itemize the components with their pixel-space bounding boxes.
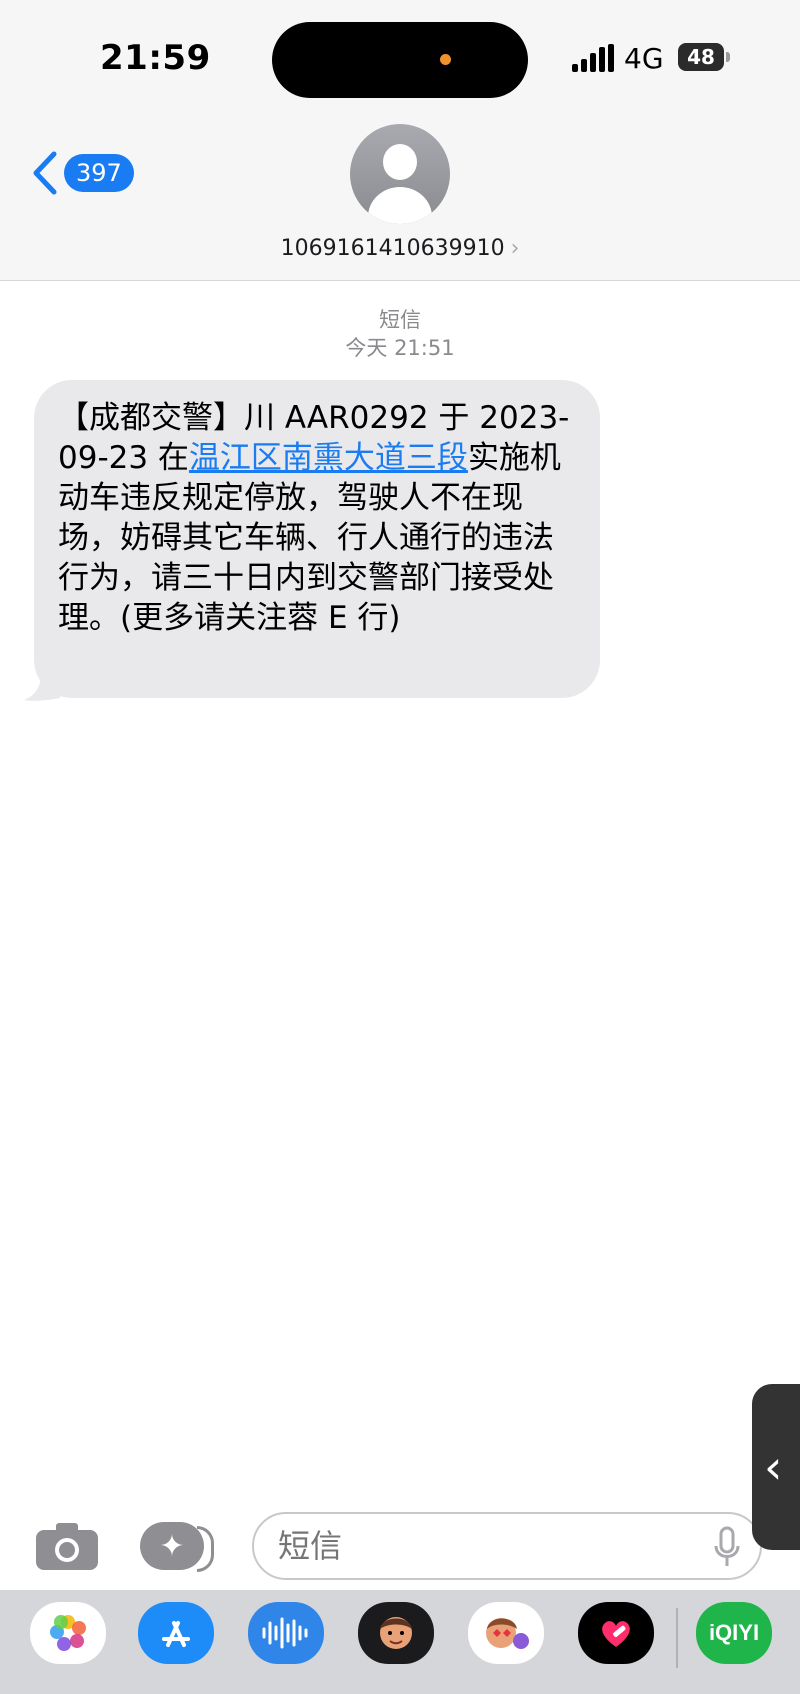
service-label: 短信 [379, 308, 421, 332]
battery-indicator: 48 [678, 43, 730, 71]
privacy-indicator-dot [440, 54, 451, 65]
stickers-icon[interactable] [468, 1602, 544, 1664]
camera-icon[interactable] [36, 1522, 98, 1570]
address-link[interactable]: 温江区南熏大道三段 [189, 440, 468, 476]
dynamic-island [272, 22, 528, 98]
unread-count-badge: 397 [64, 154, 134, 192]
memoji-face-icon [380, 1617, 412, 1649]
audio-message-icon[interactable] [248, 1602, 324, 1664]
app-store-icon[interactable] [138, 1602, 214, 1664]
chevron-left-icon [33, 151, 57, 195]
iqiyi-icon[interactable]: iQIYI [696, 1602, 772, 1664]
drawer-divider [676, 1608, 678, 1668]
photos-flower-icon [50, 1615, 86, 1651]
message-timestamp: 今天 21:51 [345, 336, 455, 360]
message-input[interactable] [252, 1512, 762, 1580]
thread-meta: 短信 今天 21:51 [0, 306, 800, 362]
heart-icon [602, 1621, 630, 1647]
cellular-signal-icon [572, 44, 614, 72]
iqiyi-label: iQIYI [708, 1620, 760, 1645]
contact-number: 1069161410639910 [280, 236, 505, 261]
contact-avatar[interactable] [350, 124, 450, 224]
app-store-a-icon [162, 1621, 190, 1647]
microphone-icon[interactable] [714, 1526, 740, 1568]
status-time: 21:59 [100, 38, 211, 78]
memoji-icon[interactable] [358, 1602, 434, 1664]
chevron-left-icon: ‹ [764, 1440, 783, 1494]
incoming-message-bubble[interactable]: 【成都交警】川 AAR0292 于 2023-09-23 在温江区南熏大道三段实… [34, 380, 600, 698]
conversation-header: 21:59 4G 48 397 1069161410639910 › [0, 0, 800, 281]
digital-touch-icon[interactable] [578, 1602, 654, 1664]
app-store-icon: ✦ [159, 1528, 185, 1564]
avatar-head [383, 144, 417, 180]
app-drawer: iQIYI [0, 1590, 800, 1694]
battery-level: 48 [687, 45, 715, 69]
chevron-right-icon: › [510, 236, 520, 261]
photos-icon[interactable] [30, 1602, 106, 1664]
network-type: 4G [624, 42, 664, 75]
memoji-stickers-icon [486, 1618, 529, 1649]
back-button[interactable]: 397 [30, 150, 134, 196]
waveform-icon [262, 1617, 308, 1649]
side-panel-handle[interactable]: ‹ [752, 1384, 800, 1550]
contact-name[interactable]: 1069161410639910 › [0, 236, 800, 261]
apps-button[interactable]: ✦ [140, 1522, 214, 1572]
avatar-body [368, 187, 432, 224]
